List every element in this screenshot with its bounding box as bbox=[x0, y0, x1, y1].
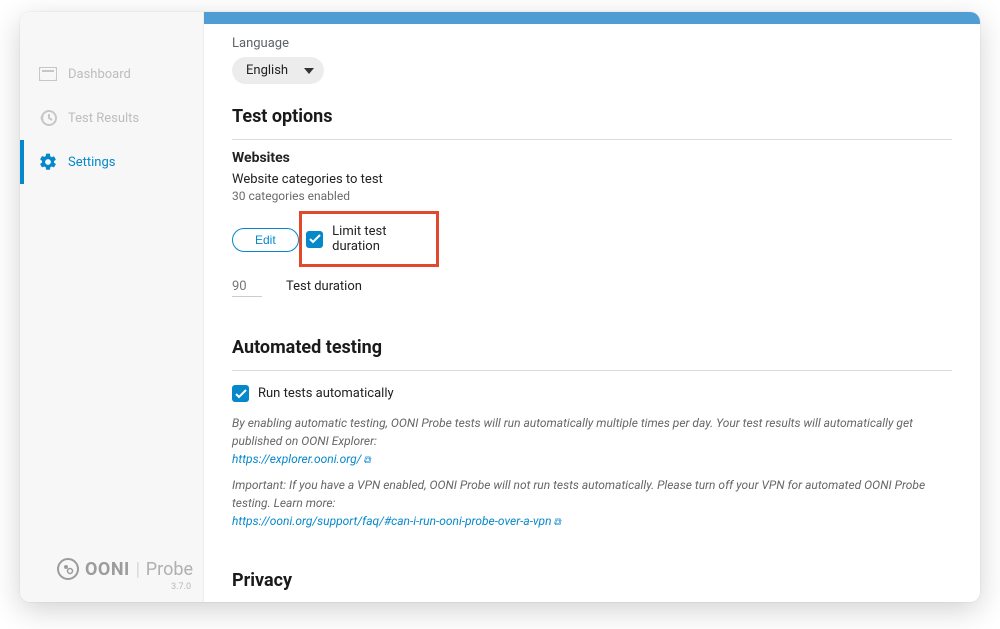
divider bbox=[232, 139, 952, 140]
auto-testing-note-1: By enabling automatic testing, OONI Prob… bbox=[232, 414, 952, 468]
sidebar-nav: Dashboard Test Results Settings bbox=[20, 52, 203, 184]
sidebar-item-label: Test Results bbox=[68, 111, 139, 126]
websites-subhead: Websites bbox=[232, 150, 952, 166]
test-duration-label: Test duration bbox=[286, 279, 362, 294]
language-selected: English bbox=[246, 63, 288, 78]
external-link-icon: ⧉ bbox=[554, 517, 561, 528]
website-categories-count: 30 categories enabled bbox=[232, 189, 952, 203]
brand-ooni: OONI bbox=[85, 559, 130, 580]
dashboard-icon bbox=[38, 64, 58, 84]
website-categories-label: Website categories to test bbox=[232, 172, 952, 187]
sidebar: Dashboard Test Results Settings OONI bbox=[20, 12, 204, 602]
checkbox-checked-icon bbox=[232, 385, 249, 402]
auto-testing-note-2: Important: If you have a VPN enabled, OO… bbox=[232, 476, 952, 530]
sidebar-item-label: Settings bbox=[68, 155, 115, 170]
version-text: 3.7.0 bbox=[171, 582, 191, 592]
language-dropdown[interactable]: English bbox=[232, 57, 324, 84]
limit-duration-checkbox-row[interactable]: Limit test duration bbox=[306, 220, 428, 258]
vpn-faq-link[interactable]: https://ooni.org/support/faq/#can-i-run-… bbox=[232, 514, 552, 528]
gear-icon bbox=[38, 152, 58, 172]
edit-categories-button[interactable]: Edit bbox=[232, 228, 299, 252]
section-privacy: Privacy bbox=[232, 570, 952, 597]
sidebar-item-test-results[interactable]: Test Results bbox=[20, 96, 203, 140]
divider bbox=[232, 370, 952, 371]
language-label: Language bbox=[232, 36, 952, 51]
section-test-options: Test options bbox=[232, 106, 952, 133]
brand-logo-text: OONI | Probe bbox=[57, 558, 193, 580]
run-tests-auto-label: Run tests automatically bbox=[258, 386, 394, 401]
test-duration-row: Test duration bbox=[232, 277, 952, 297]
language-field: Language English bbox=[232, 36, 952, 84]
test-duration-input[interactable] bbox=[232, 277, 262, 297]
sidebar-item-settings[interactable]: Settings bbox=[20, 140, 203, 184]
limit-duration-highlight: Limit test duration bbox=[299, 211, 439, 267]
settings-content: Language English Test options Websites W… bbox=[204, 12, 980, 602]
chevron-down-icon bbox=[304, 68, 314, 74]
section-automated-testing: Automated testing bbox=[232, 337, 952, 364]
explorer-link[interactable]: https://explorer.ooni.org/ bbox=[232, 452, 361, 466]
top-color-bar bbox=[204, 12, 980, 24]
sidebar-item-dashboard[interactable]: Dashboard bbox=[20, 52, 203, 96]
limit-duration-label: Limit test duration bbox=[332, 224, 428, 254]
sidebar-footer: OONI | Probe 3.7.0 bbox=[20, 558, 203, 594]
brand-separator: | bbox=[136, 559, 140, 580]
external-link-icon: ⧉ bbox=[363, 455, 370, 466]
app-window: Dashboard Test Results Settings OONI bbox=[20, 12, 980, 602]
checkbox-checked-icon bbox=[306, 231, 323, 248]
history-icon bbox=[38, 108, 58, 128]
run-tests-auto-checkbox-row[interactable]: Run tests automatically bbox=[232, 381, 952, 406]
sidebar-item-label: Dashboard bbox=[68, 67, 131, 82]
ooni-logo-icon bbox=[57, 558, 79, 580]
brand-probe: Probe bbox=[146, 559, 193, 580]
